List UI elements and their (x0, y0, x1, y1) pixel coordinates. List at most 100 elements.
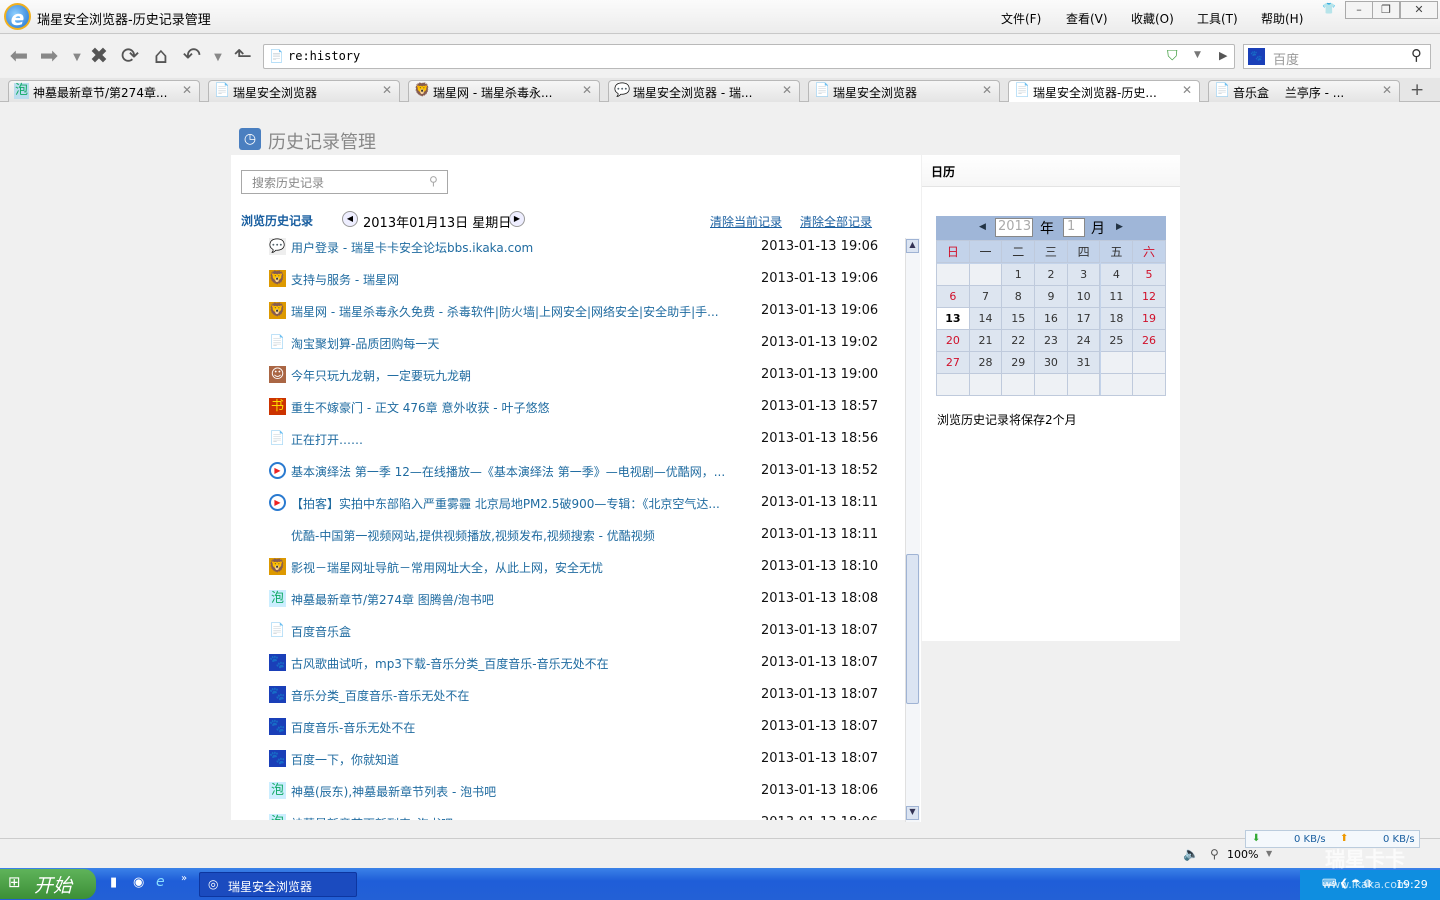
calendar-day[interactable]: 26 (1133, 330, 1166, 352)
history-title-link[interactable]: 基本演绎法 第一季 12—在线播放—《基本演绎法 第一季》—电视剧—优酷网，..… (291, 463, 736, 480)
address-dropdown-icon[interactable]: ▼ (1194, 50, 1201, 60)
calendar-day[interactable]: 19 (1133, 308, 1166, 330)
tab-close-icon[interactable]: ✕ (982, 83, 992, 97)
clear-all-link[interactable]: 清除全部记录 (800, 213, 872, 230)
calendar-day[interactable]: 24 (1067, 330, 1101, 352)
history-title-link[interactable]: 正在打开…… (291, 431, 736, 448)
sidebar-toggle-icon[interactable]: ⬑ (230, 44, 256, 69)
tab-5[interactable]: 📄 瑞星安全浏览器-历史... ✕ (1008, 80, 1200, 102)
calendar-day[interactable]: 16 (1035, 308, 1068, 330)
history-title-link[interactable]: 瑞星网 - 瑞星杀毒永久免费 - 杀毒软件|防火墙|上网安全|网络安全|安全助手… (291, 303, 736, 320)
calendar-day[interactable]: 31 (1067, 352, 1101, 374)
back-icon[interactable]: ⬅ (6, 44, 32, 69)
skin-icon[interactable]: 👕 (1322, 2, 1336, 15)
calendar-day[interactable]: 9 (1035, 286, 1068, 308)
calendar-day[interactable]: 28 (969, 352, 1003, 374)
calendar-day[interactable]: 14 (969, 308, 1003, 330)
taskbar-task-browser[interactable]: ◎ 瑞星安全浏览器 (199, 872, 357, 897)
close-window-button[interactable]: ✕ (1400, 1, 1438, 19)
tab-close-icon[interactable]: ✕ (182, 83, 192, 97)
undo-close-icon[interactable]: ↶ (179, 44, 205, 69)
calendar-day[interactable]: 18 (1100, 308, 1134, 330)
history-title-link[interactable]: 神墓最新章节/第274章 图腾兽/泡书吧 (291, 591, 736, 608)
next-day-button[interactable]: ▶ (509, 211, 525, 227)
search-icon[interactable]: ⚲ (429, 174, 438, 188)
history-title-link[interactable]: 【拍客】实拍中东部陷入严重雾霾 北京局地PM2.5破900—专辑：《北京空气达.… (291, 495, 736, 512)
history-row[interactable]: 泡神墓(辰东),神墓最新章节列表 - 泡书吧 2013-01-13 18:06 (269, 782, 879, 802)
calendar-day[interactable]: 27 (937, 352, 970, 374)
tab-4[interactable]: 📄 瑞星安全浏览器 ✕ (808, 80, 1000, 102)
previous-month-button[interactable]: ◀ (979, 222, 986, 232)
history-title-link[interactable]: 淘宝聚划算-品质团购每一天 (291, 335, 736, 352)
history-row[interactable]: 📄 百度音乐盒 2013-01-13 18:07 (269, 622, 879, 642)
forward-icon[interactable]: ➡ (36, 44, 62, 69)
history-title-link[interactable]: 今年只玩九龙朝，一定要玩九龙朝 (291, 367, 736, 384)
calendar-day[interactable]: 5 (1133, 264, 1166, 286)
calendar-day[interactable]: 8 (1002, 286, 1036, 308)
calendar-day[interactable]: 29 (1002, 352, 1036, 374)
calendar-day[interactable]: 2 (1035, 264, 1068, 286)
history-scrollbar[interactable] (905, 238, 920, 822)
menu-file[interactable]: 文件(F) (1001, 10, 1041, 27)
go-icon[interactable]: ▶ (1219, 49, 1227, 62)
history-title-link[interactable]: 百度音乐-音乐无处不在 (291, 719, 736, 736)
quicklaunch-more-icon[interactable]: » (181, 873, 187, 884)
search-icon[interactable]: ⚲ (1411, 46, 1422, 64)
security-shield-icon[interactable]: ⛉ (1167, 48, 1178, 64)
tab-2[interactable]: 🦁 瑞星网 - 瑞星杀毒永... ✕ (408, 80, 600, 102)
history-search-input[interactable]: 搜索历史记录 ⚲ (241, 170, 448, 194)
calendar-day[interactable]: 4 (1100, 264, 1134, 286)
history-row[interactable]: 书重生不嫁豪门 - 正文 476章 意外收获 - 叶子悠悠 2013-01-13 … (269, 398, 879, 418)
address-bar[interactable]: 📄 re:history ⛉ ▼ ▶ (263, 44, 1235, 69)
calendar-day[interactable]: 10 (1067, 286, 1101, 308)
calendar-day[interactable]: 13 (937, 308, 970, 330)
history-row[interactable]: 🐾 古风歌曲试听，mp3下载-音乐分类_百度音乐-音乐无处不在 2013-01-13… (269, 654, 879, 674)
zoom-icon[interactable]: ⚲ (1210, 847, 1219, 861)
month-input[interactable]: 1 (1063, 218, 1085, 237)
calendar-day[interactable]: 1 (1002, 264, 1036, 286)
calendar-day[interactable]: 21 (969, 330, 1003, 352)
tab-1[interactable]: 📄 瑞星安全浏览器 ✕ (208, 80, 400, 102)
menu-view[interactable]: 查看(V) (1066, 10, 1108, 27)
new-tab-button[interactable]: + (1410, 80, 1424, 100)
history-title-link[interactable]: 影视－瑞星网址导航－常用网址大全，从此上网，安全无忧 (291, 559, 736, 576)
web-search-box[interactable]: 🐾 百度 ⚲ (1243, 44, 1431, 69)
previous-day-button[interactable]: ◀ (342, 211, 358, 227)
address-input[interactable]: re:history (288, 49, 360, 63)
zoom-level[interactable]: 100% (1227, 848, 1258, 861)
baidu-icon[interactable]: 🐾 (1248, 48, 1265, 65)
calendar-day[interactable]: 17 (1067, 308, 1101, 330)
year-input[interactable]: 2013 (995, 218, 1033, 237)
calendar-day[interactable]: 30 (1035, 352, 1068, 374)
history-title-link[interactable]: 百度音乐盒 (291, 623, 736, 640)
start-button[interactable]: ⊞ 开始 (0, 869, 96, 899)
quicklaunch-app-icon[interactable]: ◉ (133, 875, 144, 890)
scroll-thumb[interactable] (906, 554, 919, 704)
menu-tools[interactable]: 工具(T) (1197, 10, 1238, 27)
menu-favorites[interactable]: 收藏(O) (1131, 10, 1174, 27)
quicklaunch-desktop-icon[interactable]: ▮ (110, 875, 117, 890)
history-row[interactable]: 📄 淘宝聚划算-品质团购每一天 2013-01-13 19:02 (269, 334, 879, 354)
history-row[interactable]: 泡神墓最新章节/第274章 图腾兽/泡书吧 2013-01-13 18:08 (269, 590, 879, 610)
scroll-down-button[interactable]: ▼ (906, 806, 919, 820)
history-row[interactable]: ▶ 【拍客】实拍中东部陷入严重雾霾 北京局地PM2.5破900—专辑：《北京空气达… (269, 494, 879, 514)
tab-close-icon[interactable]: ✕ (582, 83, 592, 97)
history-row[interactable]: 🐾 百度一下，你就知道 2013-01-13 18:07 (269, 750, 879, 770)
stop-icon[interactable]: ✖ (86, 44, 112, 69)
tab-close-icon[interactable]: ✕ (1382, 83, 1392, 97)
tab-6[interactable]: 📄 音乐盒 兰亭序 - ... ✕ (1208, 80, 1400, 102)
next-month-button[interactable]: ▶ (1116, 222, 1123, 232)
tray-icons[interactable]: ⌨ ❮ ☂ ◍ (1322, 878, 1372, 889)
calendar-day[interactable]: 7 (969, 286, 1003, 308)
history-row[interactable]: ▶ 基本演绎法 第一季 12—在线播放—《基本演绎法 第一季》—电视剧—优酷网，.… (269, 462, 879, 482)
history-row[interactable]: 🦁 影视－瑞星网址导航－常用网址大全，从此上网，安全无忧 2013-01-13 18… (269, 558, 879, 578)
history-row[interactable]: 🦁 瑞星网 - 瑞星杀毒永久免费 - 杀毒软件|防火墙|上网安全|网络安全|安全助… (269, 302, 879, 322)
volume-icon[interactable]: 🔈 (1183, 847, 1199, 862)
history-row[interactable]: 📄 正在打开…… 2013-01-13 18:56 (269, 430, 879, 450)
refresh-icon[interactable]: ⟳ (117, 44, 143, 69)
calendar-day[interactable]: 22 (1002, 330, 1036, 352)
tab-close-icon[interactable]: ✕ (382, 83, 392, 97)
history-title-link[interactable]: 音乐分类_百度音乐-音乐无处不在 (291, 687, 736, 704)
restore-button[interactable]: ❐ (1372, 1, 1400, 19)
history-row[interactable]: 💬 用户登录 - 瑞星卡卡安全论坛bbs.ikaka.com 2013-01-13 … (269, 238, 879, 258)
